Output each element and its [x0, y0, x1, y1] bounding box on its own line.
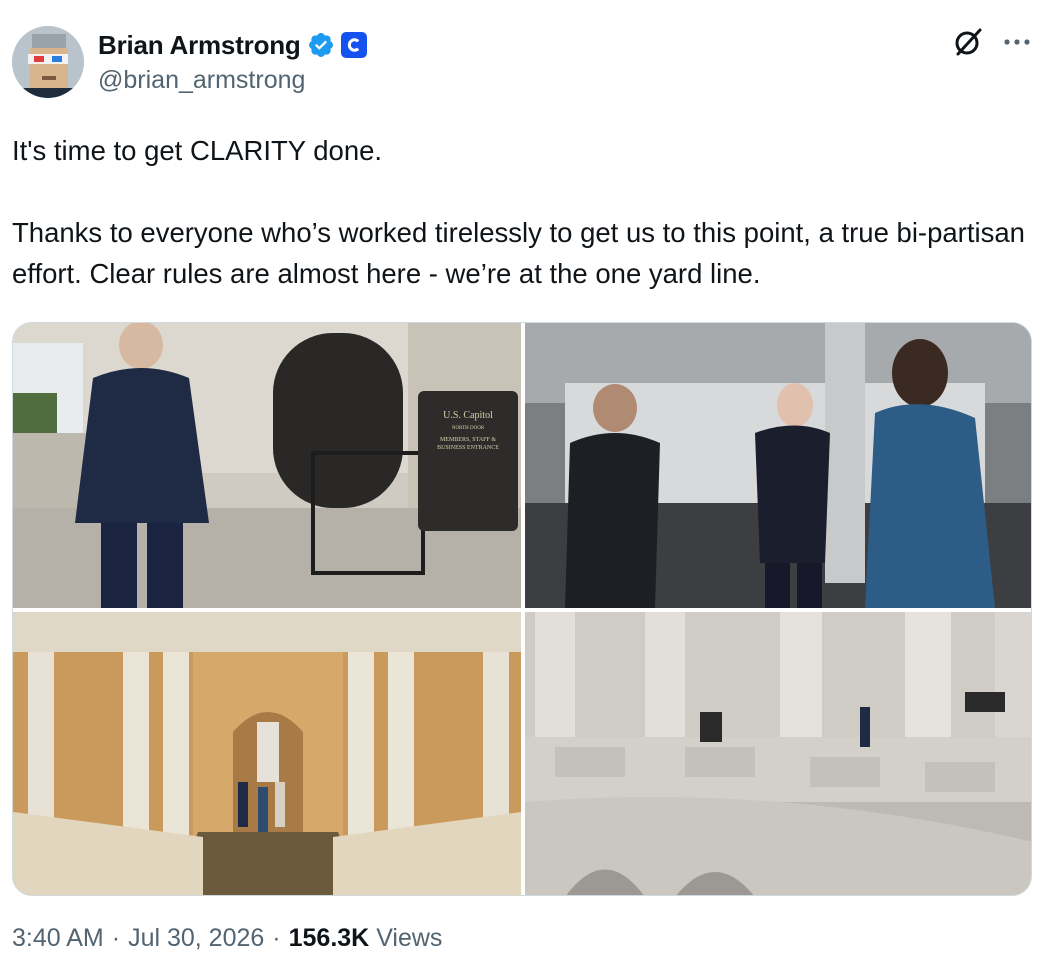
avatar[interactable]: [12, 26, 84, 98]
views-count: 156.3K: [288, 924, 370, 952]
photo-capitol-hall[interactable]: [13, 612, 521, 895]
verified-badge-icon: [307, 31, 335, 59]
post-date[interactable]: Jul 30, 2026: [128, 924, 264, 953]
photo-office-atrium[interactable]: [525, 323, 1031, 608]
post-time[interactable]: 3:40 AM: [12, 924, 104, 953]
sign-line-3: MEMBERS, STAFF &: [440, 437, 496, 443]
author-name[interactable]: Brian Armstrong: [98, 30, 301, 61]
post-text: It's time to get CLARITY done. Thanks to…: [12, 135, 1025, 289]
coinbase-logo-icon[interactable]: [340, 32, 367, 58]
views[interactable]: 156.3K Views: [289, 924, 443, 953]
grok-icon[interactable]: [952, 26, 984, 58]
photo-rotunda-balcony[interactable]: [525, 612, 1031, 895]
meta-separator: ·: [111, 924, 121, 952]
sign-line-4: BUSINESS ENTRANCE: [437, 445, 499, 451]
author-row: Brian Armstrong: [98, 28, 367, 62]
avatar-image: [12, 26, 84, 98]
media-grid: U.S. Capitol NORTH DOOR MEMBERS, STAFF &…: [12, 322, 1032, 896]
meta-separator: ·: [272, 924, 281, 952]
more-icon[interactable]: [1000, 30, 1034, 54]
post-meta: 3:40 AM · Jul 30, 2026 · 156.3K Views: [12, 924, 442, 953]
author-handle[interactable]: @brian_armstrong: [98, 66, 305, 95]
photo-capitol-entrance[interactable]: U.S. Capitol NORTH DOOR MEMBERS, STAFF &…: [13, 323, 521, 608]
sign-line-1: U.S. Capitol: [443, 410, 493, 421]
views-label: Views: [376, 924, 443, 952]
sign-line-2: NORTH DOOR: [452, 426, 485, 431]
